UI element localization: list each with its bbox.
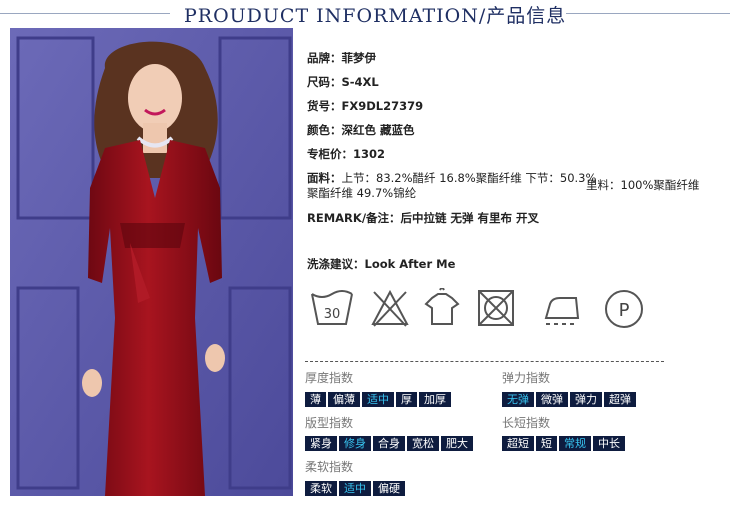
elasticity-option: 超弹 (604, 392, 636, 407)
fabric-label: 面料： (307, 171, 342, 185)
length-option: 超短 (502, 436, 534, 451)
elasticity-index-title: 弹力指数 (502, 371, 551, 385)
elasticity-option: 微弹 (536, 392, 568, 407)
wash-row: 洗涤建议：Look After Me (307, 256, 455, 272)
hang-dry-icon (424, 288, 460, 325)
header-line-left (0, 13, 170, 14)
section-header: PROUDUCT INFORMATION/产品信息 (0, 0, 730, 28)
wash-label: 洗涤建议： (307, 257, 365, 271)
color-row: 颜色：深红色 藏蓝色 (307, 123, 415, 137)
thickness-option: 偏薄 (328, 392, 360, 407)
softness-index-title: 柔软指数 (305, 460, 354, 474)
fit-option: 合身 (373, 436, 405, 451)
dry-clean-label: P (619, 300, 630, 321)
fit-option: 肥大 (441, 436, 473, 451)
remark-value: 后中拉链 无弹 有里布 开叉 (400, 211, 540, 225)
length-option: 中长 (593, 436, 625, 451)
fabric-line1: 上节：83.2%醋纤 16.8%聚酯纤维 下节：50.3% (341, 171, 597, 185)
header-line-right (566, 13, 730, 14)
fit-option: 修身 (339, 436, 371, 451)
thickness-option: 加厚 (419, 392, 451, 407)
softness-option: 偏硬 (373, 481, 405, 496)
length-index: 超短短常规 中长 (502, 436, 627, 451)
lining-row: 里料：100%聚酯纤维 (586, 178, 700, 192)
brand-row: 品牌：菲梦伊 (307, 51, 376, 65)
remark-label: REMARK/备注： (307, 211, 401, 225)
elasticity-index: 无弹 微弹 弹力 超弹 (502, 392, 638, 407)
fit-option: 宽松 (407, 436, 439, 451)
thickness-option: 厚 (396, 392, 417, 407)
remark-row: REMARK/备注：后中拉链 无弹 有里布 开叉 (307, 210, 539, 226)
length-option: 短 (536, 436, 557, 451)
thickness-index-title: 厚度指数 (305, 371, 354, 385)
product-photo (10, 28, 293, 496)
item-number-row: 货号：FX9DL27379 (307, 99, 424, 113)
elasticity-option: 弹力 (570, 392, 602, 407)
fit-option: 紧身 (305, 436, 337, 451)
wash-temp-label: 30 (324, 307, 341, 322)
softness-option: 柔软 (305, 481, 337, 496)
thickness-option: 薄 (305, 392, 326, 407)
fabric-line2: 聚酯纤维 49.7%锦纶 (307, 186, 417, 200)
length-index-title: 长短指数 (502, 416, 551, 430)
no-tumble-dry-icon (478, 290, 514, 326)
length-option: 常规 (559, 436, 591, 451)
iron-icon (544, 297, 580, 325)
fabric-row: 面料：上节：83.2%醋纤 16.8%聚酯纤维 下节：50.3% (307, 170, 596, 186)
size-row: 尺码：S-4XL (307, 75, 379, 89)
fit-index: 紧身 修身 合身 宽松 肥大 (305, 436, 475, 451)
softness-index: 柔软 适中 偏硬 (305, 481, 407, 496)
price-row: 专柜价：1302 (307, 147, 386, 161)
page-title: PROUDUCT INFORMATION/产品信息 (184, 5, 567, 27)
no-bleach-icon (371, 289, 409, 327)
thickness-index: 薄偏薄 适中厚加厚 (305, 392, 453, 407)
thickness-option: 适中 (362, 392, 394, 407)
dry-clean-icon: P (605, 290, 643, 328)
wash-value: Look After Me (364, 257, 456, 271)
fit-index-title: 版型指数 (305, 416, 354, 430)
divider (305, 361, 664, 362)
wash-30-icon: 30 (311, 290, 353, 325)
elasticity-option: 无弹 (502, 392, 534, 407)
softness-option: 适中 (339, 481, 371, 496)
